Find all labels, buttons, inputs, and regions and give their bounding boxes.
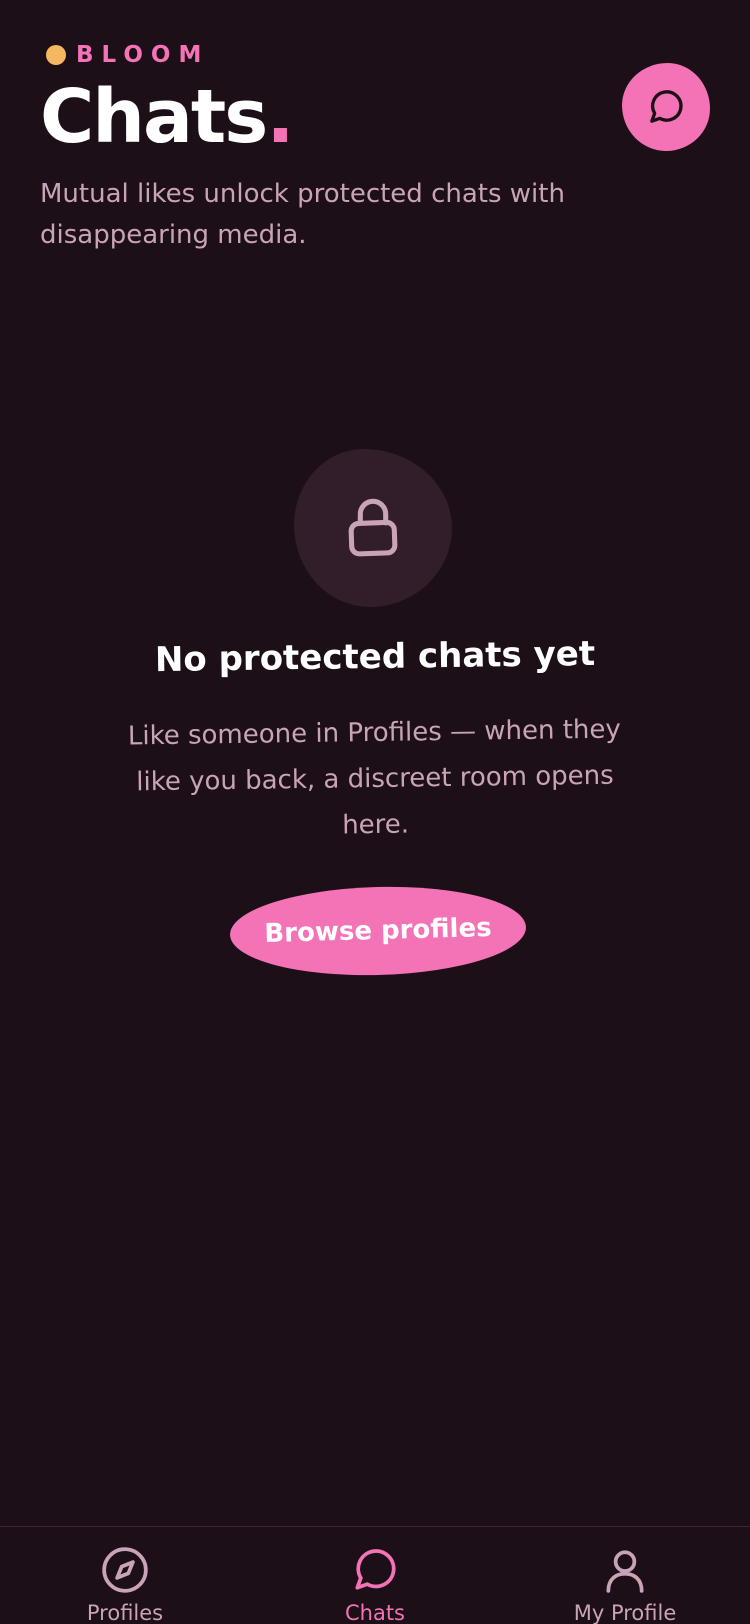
title-dot: . xyxy=(266,74,294,160)
bottom-tab-bar: Profiles Chats My Profile xyxy=(0,1526,750,1624)
page-subtitle: Mutual likes unlock protected chats with… xyxy=(40,179,565,250)
tab-my-profile[interactable]: My Profile xyxy=(525,1545,725,1624)
tab-label: My Profile xyxy=(573,1601,677,1624)
brand-dot xyxy=(46,45,66,65)
lock-icon xyxy=(348,498,398,557)
empty-state-description: Like someone in Profiles — when they lik… xyxy=(127,714,622,841)
user-icon xyxy=(606,1550,644,1593)
empty-state-illustration xyxy=(294,449,452,607)
tab-label: Chats xyxy=(344,1601,406,1624)
chat-bubble-icon xyxy=(650,90,683,123)
tab-chats[interactable]: Chats xyxy=(275,1545,475,1624)
brand: BLOOM xyxy=(46,42,209,68)
brand-name: BLOOM xyxy=(76,42,210,68)
empty-state-title: No protected chats yet xyxy=(154,633,596,681)
chat-bubble-icon xyxy=(355,1549,396,1590)
tab-label: Profiles xyxy=(86,1601,164,1624)
browse-profiles-button[interactable]: Browse profiles xyxy=(228,883,528,979)
new-chat-button[interactable] xyxy=(622,63,710,151)
tab-profiles[interactable]: Profiles xyxy=(25,1545,225,1624)
page-title-text: Chats xyxy=(40,74,268,160)
page-title: Chats. xyxy=(40,72,294,162)
compass-icon xyxy=(102,1547,148,1593)
